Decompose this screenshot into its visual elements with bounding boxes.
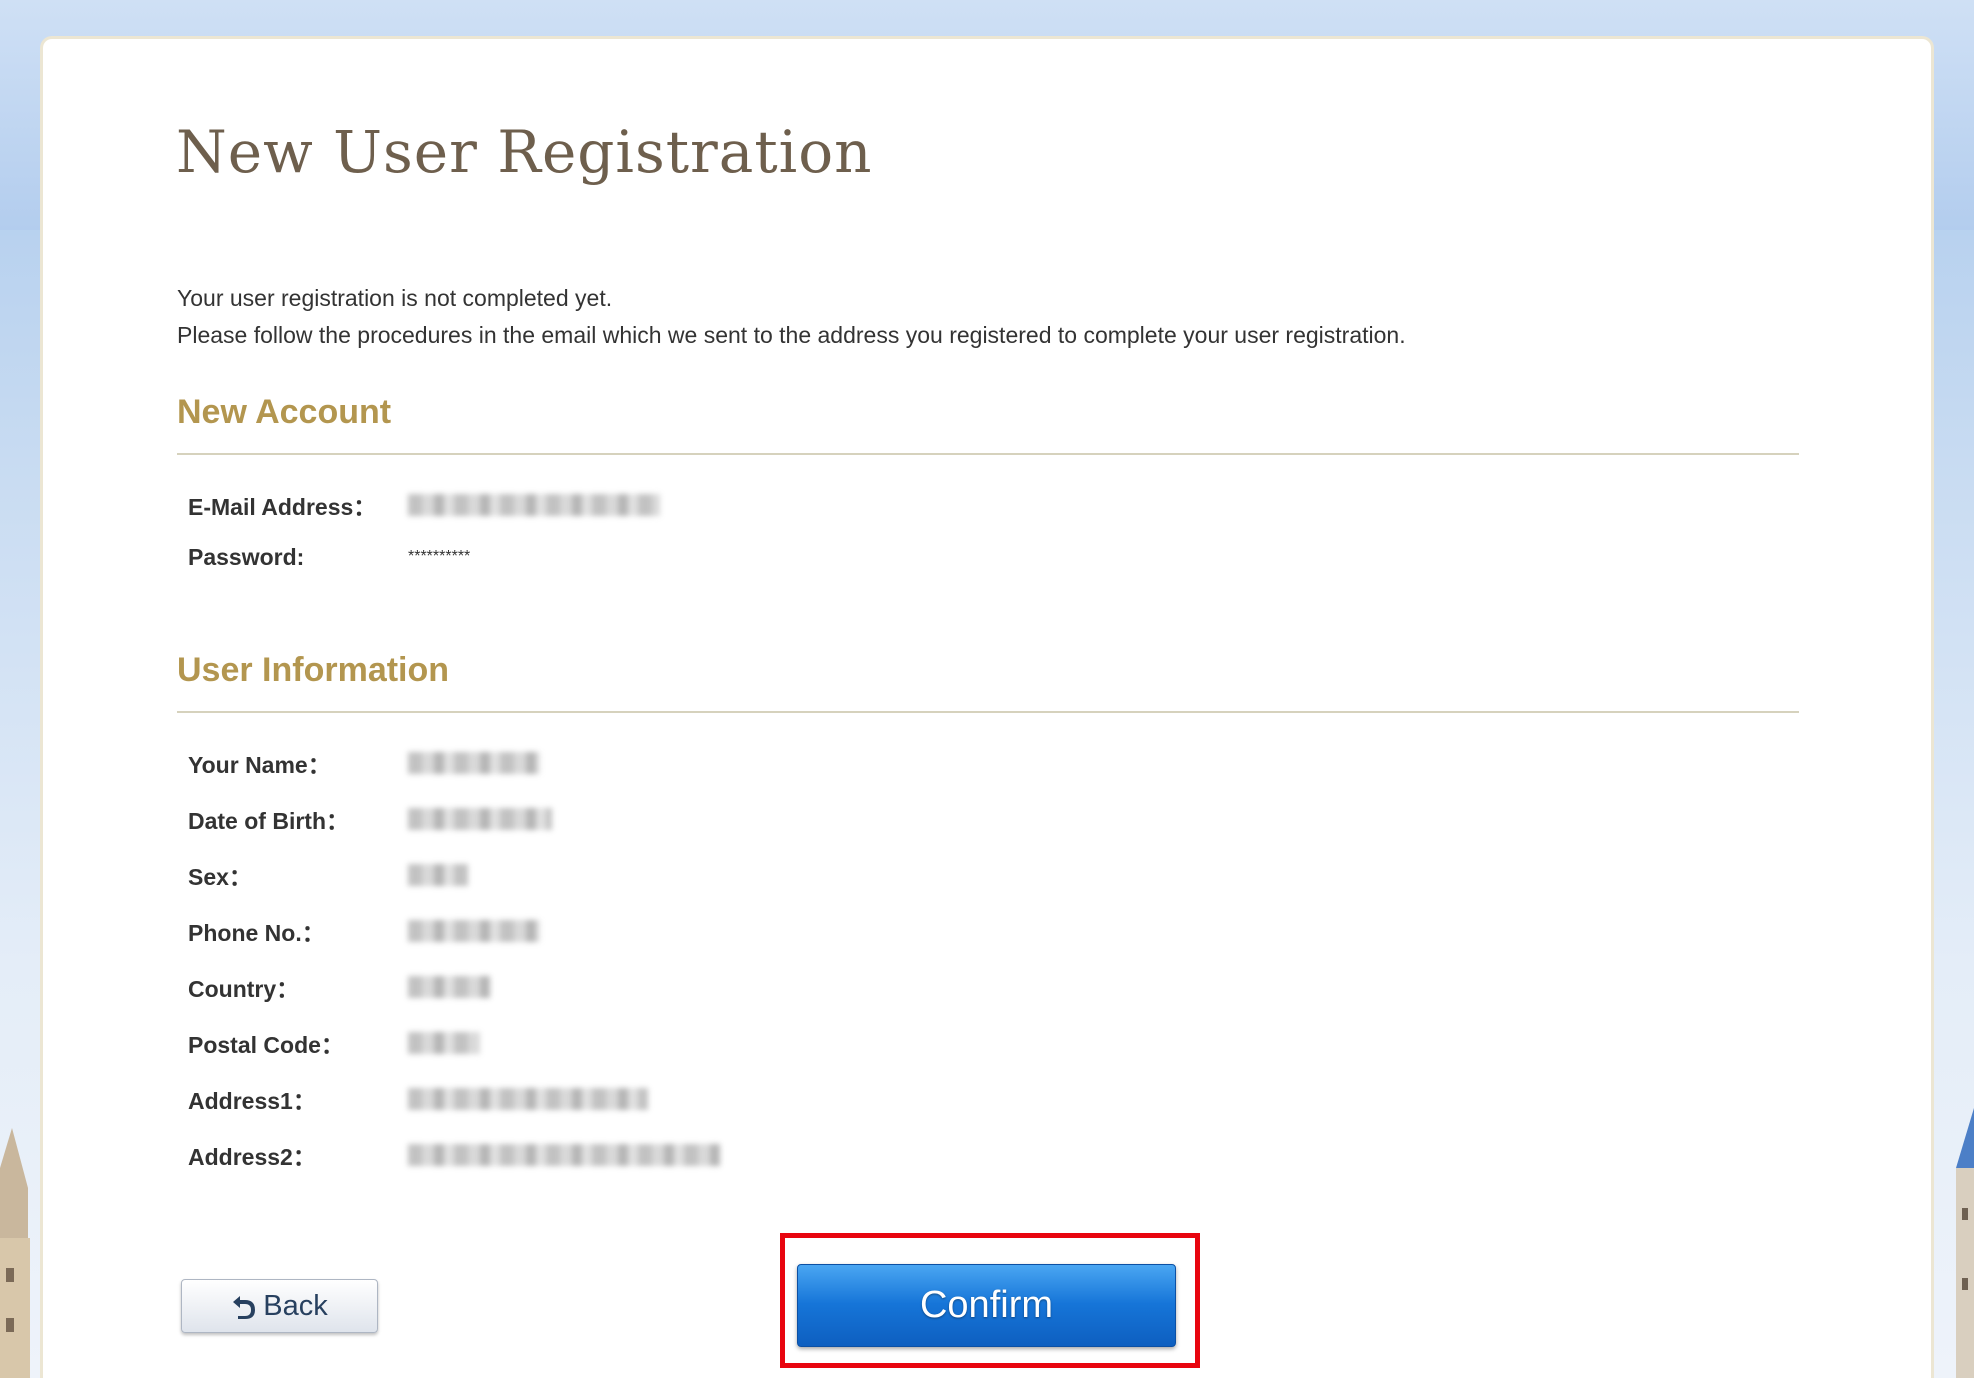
email-value-redacted [408,494,660,516]
address2-label: Address2： [188,1144,316,1170]
email-label: E-Mail Address： [188,494,377,520]
country-value-redacted [408,976,490,998]
sex-label: Sex： [188,864,252,890]
address1-label: Address1： [188,1088,316,1114]
password-label: Password: [188,544,305,570]
back-button-label: Back [263,1289,328,1322]
castle-tower-right-decoration [1956,1108,1974,1378]
page-title: New User Registration [176,118,873,186]
name-label: Your Name： [188,752,331,778]
address1-value-redacted [408,1088,648,1110]
birth-date-label: Date of Birth： [188,808,349,834]
sex-value-redacted [408,864,468,886]
country-label: Country： [188,976,300,1002]
postal-code-label: Postal Code： [188,1032,344,1058]
back-button[interactable]: Back [181,1279,378,1333]
birth-date-value-redacted [408,808,552,830]
password-value: ********** [408,548,471,565]
address2-value-redacted [408,1144,720,1166]
notice-line-1: Your user registration is not completed … [177,285,613,311]
section-divider [177,453,1799,455]
registration-panel [40,36,1934,1378]
section-divider [177,711,1799,713]
registration-notice: Your user registration is not completed … [177,280,1406,354]
name-value-redacted [408,752,540,774]
phone-label: Phone No.： [188,920,325,946]
confirm-button[interactable]: Confirm [797,1264,1176,1347]
new-account-heading: New Account [177,393,392,431]
postal-code-value-redacted [408,1032,480,1054]
castle-tower-left-decoration [0,1128,30,1378]
phone-value-redacted [408,920,540,942]
user-information-heading: User Information [177,651,450,689]
back-arrow-icon [231,1292,257,1320]
notice-line-2: Please follow the procedures in the emai… [177,322,1406,348]
confirm-button-label: Confirm [919,1284,1054,1326]
